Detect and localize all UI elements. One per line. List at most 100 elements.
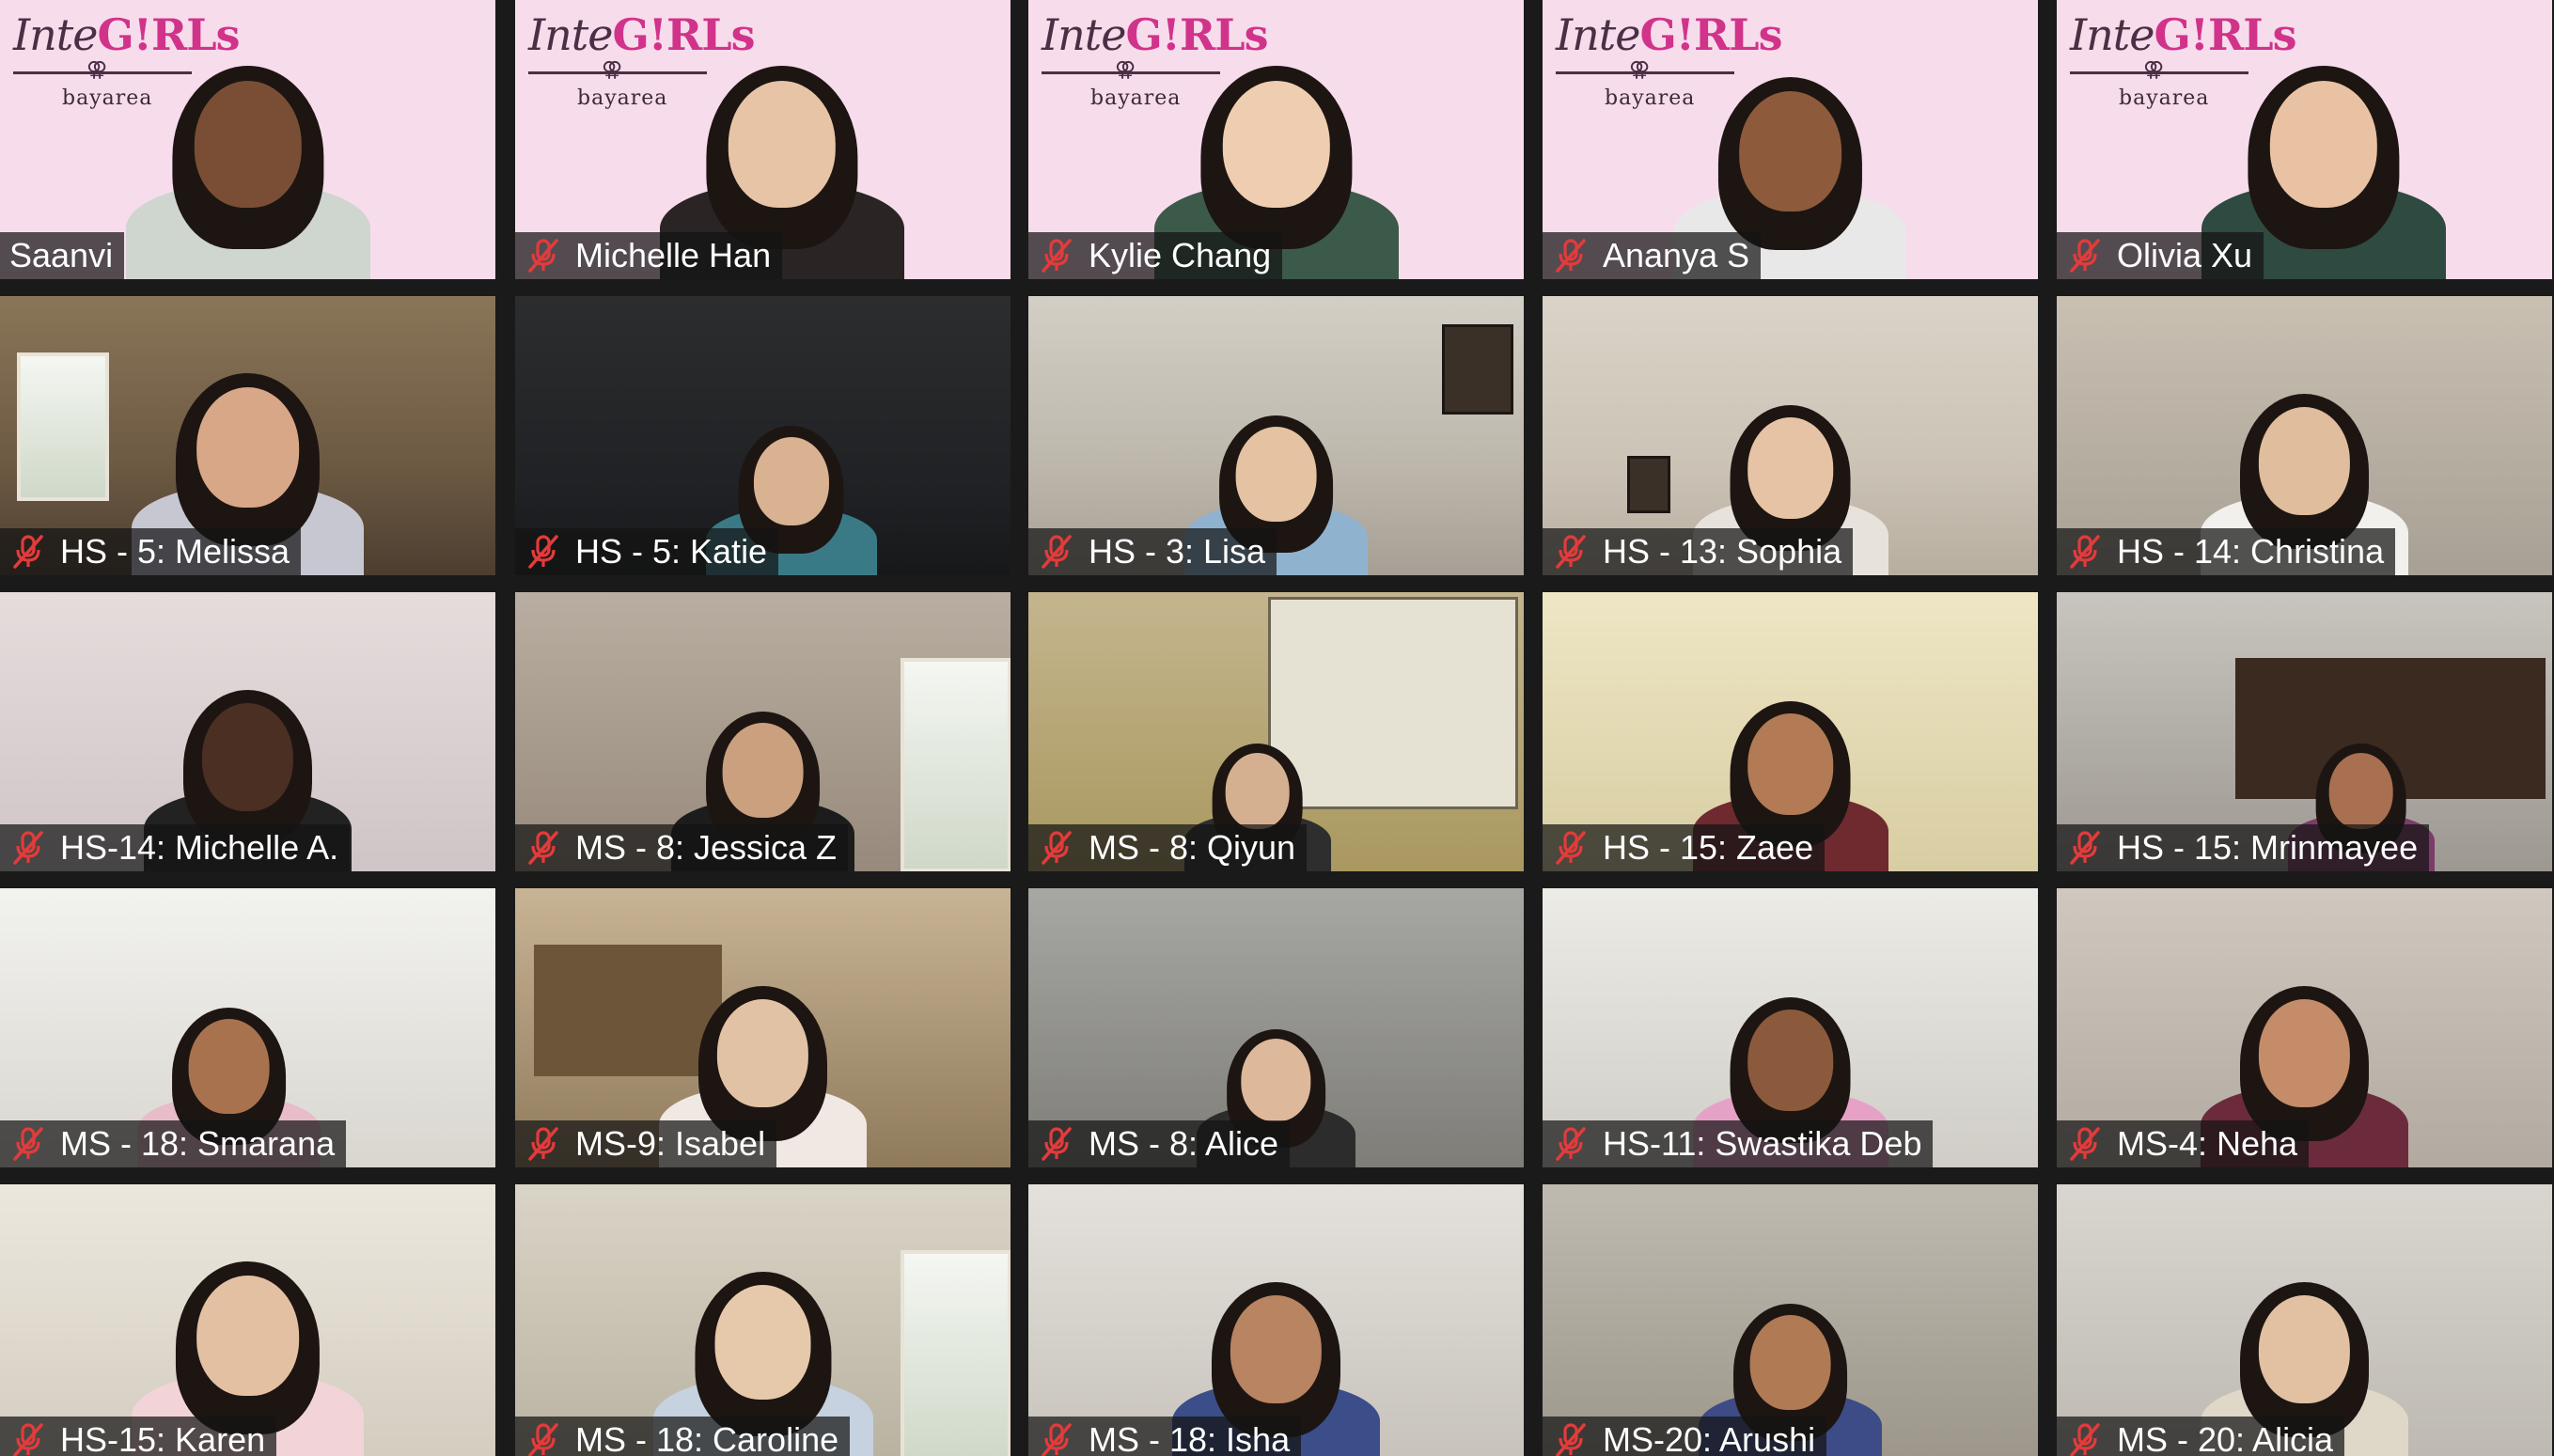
participant-tile[interactable]: MS-20: Arushi [1543,1184,2038,1456]
participant-name: MS-4: Neha [2117,1124,2298,1163]
participant-name-label: HS-15: Karen [0,1417,277,1456]
participant-name-label: MS-4: Neha [2057,1120,2310,1167]
participant-name-label: MS - 8: Qiyun [1028,824,1308,871]
participant-name-label: Ananya S [1543,232,1762,279]
participant-tile[interactable]: MS - 8: Qiyun [1028,592,1524,871]
participant-name: Kylie Chang [1089,236,1272,274]
participant-name: HS - 5: Katie [575,532,768,571]
participant-name-label: HS - 5: Katie [515,528,779,575]
participant-tile[interactable]: InteG!RLs ⚢ bayarea Olivia Xu [2057,0,2552,279]
microphone-muted-icon [1038,829,1075,867]
participant-tile[interactable]: InteG!RLs ⚢ bayarea Saanvi [0,0,495,279]
participant-name-label: HS-14: Michelle A. [0,824,351,871]
participant-name: HS - 14: Christina [2117,532,2385,571]
microphone-muted-icon [2066,533,2104,571]
microphone-muted-icon [525,829,562,867]
participant-name: MS - 18: Caroline [575,1420,839,1456]
logo-subtitle: bayarea [577,86,668,110]
participant-name: MS - 20: Alicia [2117,1420,2334,1456]
microphone-muted-icon [525,237,562,274]
venus-pair-icon: ⚢ [1629,58,1651,82]
microphone-muted-icon [2066,1421,2104,1456]
participant-tile[interactable]: HS-11: Swastika Deb [1543,888,2038,1167]
participant-name: MS - 8: Alice [1089,1124,1279,1163]
participant-name-label: HS - 3: Lisa [1028,528,1277,575]
window-decor [901,1250,1011,1456]
participant-tile[interactable]: MS - 20: Alicia [2057,1184,2552,1456]
participant-name: HS - 5: Melissa [60,532,290,571]
participant-name: HS-11: Swastika Deb [1603,1124,1922,1163]
microphone-muted-icon [2066,829,2104,867]
video-feed [2057,1184,2552,1456]
video-feed [1543,1184,2038,1456]
participant-tile[interactable]: MS - 18: Caroline [515,1184,1011,1456]
participant-name-label: Olivia Xu [2057,232,2264,279]
microphone-muted-icon [1552,533,1590,571]
microphone-muted-icon [1552,829,1590,867]
participant-tile[interactable]: MS - 18: Smarana [0,888,495,1167]
microphone-muted-icon [1552,237,1590,274]
participant-name-label: Michelle Han [515,232,783,279]
window-decor [17,352,109,501]
participant-name: Michelle Han [575,236,772,274]
participant-name-label: HS - 15: Mrinmayee [2057,824,2430,871]
participant-name-label: MS-20: Arushi [1543,1417,1827,1456]
wall-frame [1627,456,1670,513]
participant-name: Olivia Xu [2117,236,2253,274]
participant-tile[interactable]: InteG!RLs ⚢ bayarea Kylie Chang [1028,0,1524,279]
participant-tile[interactable]: InteG!RLs ⚢ bayarea Michelle Han [515,0,1011,279]
participant-name-label: HS - 15: Zaee [1543,824,1825,871]
video-feed [0,1184,495,1456]
microphone-muted-icon [9,533,47,571]
participant-name: HS-14: Michelle A. [60,828,339,867]
participant-tile[interactable]: MS - 8: Jessica Z [515,592,1011,871]
venus-pair-icon: ⚢ [1115,58,1136,82]
participant-tile[interactable]: HS - 5: Melissa [0,296,495,575]
participant-tile[interactable]: MS - 18: Isha [1028,1184,1524,1456]
microphone-muted-icon [525,1421,562,1456]
participant-name: HS - 3: Lisa [1089,532,1266,571]
video-gallery-grid: InteG!RLs ⚢ bayarea Saanvi InteG!RLs ⚢ b… [0,0,2554,1456]
microphone-muted-icon [1038,237,1075,274]
microphone-muted-icon [1038,533,1075,571]
venus-pair-icon: ⚢ [2143,58,2165,82]
participant-tile[interactable]: MS-4: Neha [2057,888,2552,1167]
microphone-muted-icon [9,829,47,867]
participant-name: Ananya S [1603,236,1750,274]
participant-tile[interactable]: HS - 14: Christina [2057,296,2552,575]
participant-name: HS - 15: Mrinmayee [2117,828,2419,867]
participant-name: MS - 18: Isha [1089,1420,1291,1456]
participant-tile[interactable]: HS-15: Karen [0,1184,495,1456]
participant-name-label: MS-9: Isabel [515,1120,777,1167]
participant-name: MS - 8: Qiyun [1089,828,1296,867]
microphone-muted-icon [525,533,562,571]
video-feed [1028,1184,1524,1456]
participant-name-label: HS - 13: Sophia [1543,528,1854,575]
participant-name-label: MS - 8: Jessica Z [515,824,849,871]
participant-name-label: HS-11: Swastika Deb [1543,1120,1934,1167]
venus-pair-icon: ⚢ [602,58,623,82]
logo-wordmark-part1: Inte [2070,9,2155,60]
logo-wordmark-part1: Inte [13,9,99,60]
participant-name-label: HS - 5: Melissa [0,528,302,575]
microphone-muted-icon [1038,1421,1075,1456]
participant-person [125,25,370,279]
participant-tile[interactable]: HS - 3: Lisa [1028,296,1524,575]
participant-name-label: HS - 14: Christina [2057,528,2396,575]
window-decor [901,658,1011,871]
participant-name: HS-15: Karen [60,1420,266,1456]
participant-tile[interactable]: HS - 15: Zaee [1543,592,2038,871]
participant-tile[interactable]: MS-9: Isabel [515,888,1011,1167]
participant-tile[interactable]: InteG!RLs ⚢ bayarea Ananya S [1543,0,2038,279]
participant-name: HS - 13: Sophia [1603,532,1842,571]
participant-name: MS-9: Isabel [575,1124,766,1163]
logo-subtitle: bayarea [2119,86,2210,110]
participant-name-label: MS - 18: Isha [1028,1417,1302,1456]
participant-tile[interactable]: MS - 8: Alice [1028,888,1524,1167]
participant-tile[interactable]: HS-14: Michelle A. [0,592,495,871]
participant-tile[interactable]: HS - 15: Mrinmayee [2057,592,2552,871]
participant-tile[interactable]: HS - 5: Katie [515,296,1011,575]
participant-tile[interactable]: HS - 13: Sophia [1543,296,2038,575]
participant-name: MS - 8: Jessica Z [575,828,838,867]
participant-name: Saanvi [9,236,114,274]
